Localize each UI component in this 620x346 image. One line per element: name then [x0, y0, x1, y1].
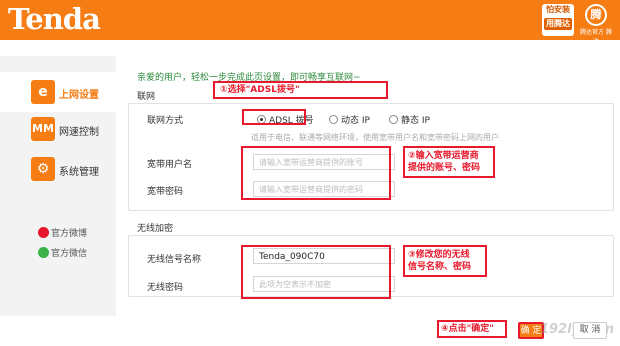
sidebar-item-internet-settings[interactable]: e 上网设置: [0, 72, 116, 112]
settings-main: 亲爱的用户，轻松一步完成此页设置，即可畅享互联网~ 联网 联网方式 ADSL 拨…: [120, 56, 620, 346]
wifi-password-label: 无线密码: [147, 283, 184, 293]
connection-type-label: 联网方式: [147, 116, 184, 126]
sidebar-item-speed-control[interactable]: MM 网速控制: [0, 112, 116, 152]
weibo-label: 官方微博: [51, 229, 88, 239]
radio-dynamic-ip[interactable]: 动态 IP: [329, 113, 370, 126]
sidebar-item-label: 上网设置: [59, 90, 99, 101]
password-label: 宽带密码: [147, 187, 184, 197]
annotation-3-line1: ③修改您的无线: [408, 250, 470, 260]
sidebar-item-label: 网速控制: [59, 127, 99, 138]
radio-static-ip-label: 静态 IP: [401, 116, 430, 126]
sidebar: e 上网设置 MM 网速控制 ⚙ 系统管理 官方微博 官方微信: [0, 56, 116, 316]
credentials-highlight-box: [241, 146, 391, 200]
connection-hint: 适用于电信、联通等网络环境，使用宽带用户名和宽带密码上网的用户: [251, 133, 499, 142]
weibo-link[interactable]: 官方微博: [38, 226, 87, 239]
annotation-4-text: ④点击"确定": [441, 324, 494, 334]
wechat-label: 官方微信: [51, 249, 88, 259]
tenda-logo: Tenda: [8, 2, 101, 36]
radio-static-ip[interactable]: 静态 IP: [389, 113, 430, 126]
ssid-label: 无线信号名称: [147, 255, 202, 265]
wechat-link[interactable]: 官方微信: [38, 246, 87, 259]
brand-badge: 腾 腾达官方 腾达: [580, 4, 612, 45]
radio-dynamic-ip-dot[interactable]: [329, 115, 338, 124]
weibo-icon: [38, 227, 49, 238]
adsl-highlight-box: [242, 109, 306, 125]
username-label: 宽带用户名: [147, 160, 193, 170]
sidebar-item-system-management[interactable]: ⚙ 系统管理: [0, 150, 116, 190]
wireless-highlight-box: [241, 245, 391, 299]
internet-e-icon: e: [31, 80, 55, 104]
radio-static-ip-dot[interactable]: [389, 115, 398, 124]
annotation-1-text: ①选择"ADSL拨号": [220, 85, 300, 95]
brand-badge-text: 腾达官方 腾达: [580, 29, 612, 45]
cancel-button[interactable]: 取 消: [573, 322, 607, 339]
annotation-2-line2: 提供的账号、密码: [408, 163, 481, 173]
speed-control-icon: MM: [31, 117, 55, 141]
annotation-3-line2: 信号名称、密码: [408, 262, 472, 272]
sidebar-item-label: 系统管理: [59, 167, 99, 178]
badge-top-text: 怕安装: [546, 5, 570, 14]
annotation-2-line1: ②输入宽带运营商: [408, 151, 479, 161]
brand-mark-icon: 腾: [585, 4, 607, 26]
radio-dynamic-ip-label: 动态 IP: [341, 116, 370, 126]
header-bar: Tenda 怕安装 用腾达 腾 腾达官方 腾达: [0, 0, 620, 45]
install-badge: 怕安装 用腾达: [542, 4, 574, 36]
internet-section-title: 联网: [137, 92, 156, 102]
wechat-icon: [38, 247, 49, 258]
system-gear-icon: ⚙: [31, 157, 55, 181]
wireless-section-title: 无线加密: [137, 224, 174, 234]
badge-bottom-text: 用腾达: [544, 18, 572, 30]
